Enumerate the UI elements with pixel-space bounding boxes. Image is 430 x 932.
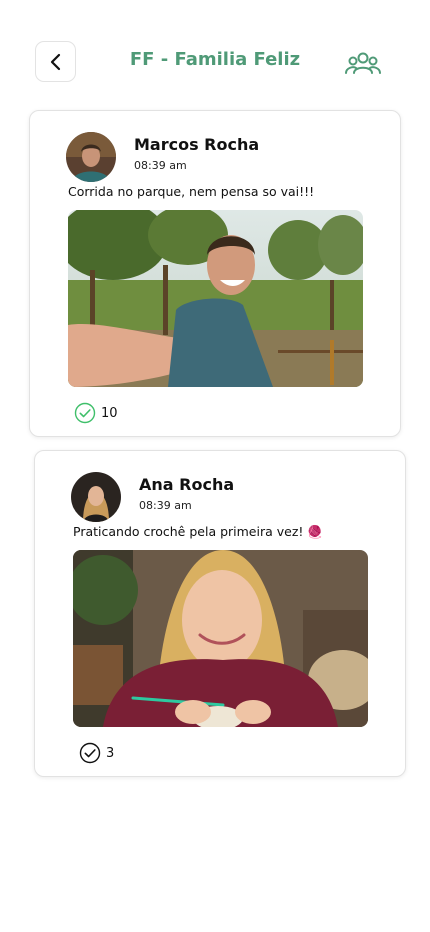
post-caption: Corrida no parque, nem pensa so vai!!! [68,184,315,199]
like-count: 10 [101,405,118,421]
like-count: 3 [106,745,115,761]
avatar[interactable] [71,472,121,522]
check-circle-icon [74,402,96,424]
header: FF - Familia Feliz [0,40,430,84]
members-button[interactable] [343,50,383,78]
avatar[interactable] [66,132,116,182]
check-circle-icon [79,742,101,764]
post-card[interactable]: Marcos Rocha 08:39 am Corrida no parque,… [29,110,401,437]
like-button[interactable]: 3 [79,742,114,764]
like-button[interactable]: 10 [74,402,118,424]
post-card[interactable]: Ana Rocha 08:39 am Praticando crochê pel… [34,450,406,777]
post-time: 08:39 am [139,499,192,512]
post-photo[interactable] [68,210,363,387]
post-photo[interactable] [73,550,368,727]
post-time: 08:39 am [134,159,187,172]
post-caption: Praticando crochê pela primeira vez! 🧶 [73,524,323,539]
group-icon [345,52,381,74]
post-author[interactable]: Ana Rocha [139,475,234,494]
post-author[interactable]: Marcos Rocha [134,135,259,154]
